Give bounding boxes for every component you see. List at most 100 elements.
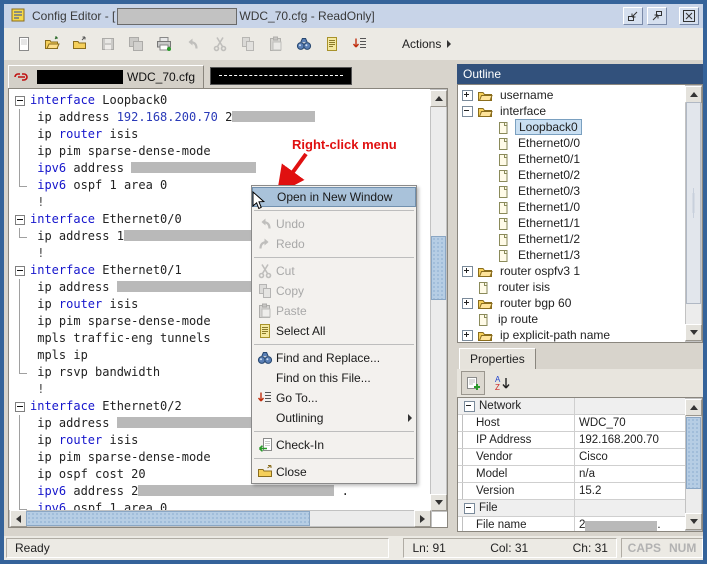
outline-scroll-up-button[interactable]: [685, 86, 702, 103]
categorize-button[interactable]: [461, 371, 485, 395]
outline-title: Outline: [463, 67, 501, 81]
menu-item-find-on-this-file[interactable]: Find on this File...: [252, 368, 416, 388]
menu-item-paste[interactable]: Paste: [252, 301, 416, 321]
menu-item-outlining[interactable]: Outlining: [252, 408, 416, 428]
right-panel: Outline usernameinterfaceLoopback0Ethern…: [457, 64, 703, 532]
outline-item-ethernet0-1[interactable]: Ethernet0/1: [458, 151, 687, 167]
expand-icon[interactable]: [462, 90, 473, 101]
expand-icon[interactable]: [462, 266, 473, 277]
outline-scroll-down-button[interactable]: [685, 324, 702, 341]
menu-item-cut[interactable]: Cut: [252, 261, 416, 281]
goto-button[interactable]: [348, 32, 372, 56]
caps-lock-indicator: CAPS: [628, 541, 661, 555]
outline-item-ethernet0-0[interactable]: Ethernet0/0: [458, 135, 687, 151]
fold-guide: [13, 432, 30, 449]
mouse-cursor-icon: [252, 191, 266, 211]
editor-vscrollbar[interactable]: [430, 89, 447, 512]
editor-scroll-down-button[interactable]: [430, 494, 447, 511]
menu-item-redo[interactable]: Redo: [252, 234, 416, 254]
outline-header: Outline: [457, 64, 703, 84]
status-position: Ln: 91 Col: 31 Ch: 31: [403, 538, 617, 558]
editor-scroll-up-button[interactable]: [430, 90, 447, 107]
actions-menu[interactable]: Actions: [402, 37, 451, 51]
property-category-network[interactable]: Network: [458, 398, 687, 415]
open-file-button[interactable]: [40, 32, 64, 56]
main-toolbar: Actions: [4, 28, 703, 61]
outline-item-ethernet1-2[interactable]: Ethernet1/2: [458, 231, 687, 247]
new-file-button[interactable]: [12, 32, 36, 56]
editor-vscroll-thumb[interactable]: [431, 236, 446, 300]
menu-item-check-in[interactable]: Check-In: [252, 435, 416, 455]
fold-guide: [13, 313, 30, 330]
outline-item-username[interactable]: username: [458, 87, 687, 103]
close-button[interactable]: [679, 7, 699, 25]
outline-item-ethernet1-1[interactable]: Ethernet1/1: [458, 215, 687, 231]
folder-icon: [477, 264, 493, 279]
app-icon: [10, 7, 26, 26]
outline-item-router-ospfv3-1[interactable]: router ospfv3 1: [458, 263, 687, 279]
menu-item-open-in-new-window[interactable]: Open in New Window: [252, 187, 416, 207]
editor-line: ip address 192.168.200.70 2: [13, 109, 349, 126]
fold-guide: [13, 194, 30, 211]
outline-vscrollbar[interactable]: [685, 85, 702, 342]
menu-item-close[interactable]: Close: [252, 462, 416, 482]
properties-vscrollbar[interactable]: [685, 398, 702, 531]
collapse-icon[interactable]: [464, 503, 475, 514]
outline-item-ip-explicit-path-name[interactable]: ip explicit-path name: [458, 327, 687, 343]
expand-icon[interactable]: [462, 298, 473, 309]
property-row-host[interactable]: HostWDC_70: [458, 415, 687, 432]
property-row-file-name[interactable]: File name2.: [458, 517, 687, 532]
outline-item-loopback0[interactable]: Loopback0: [458, 119, 687, 135]
editor-scroll-right-button[interactable]: [414, 510, 431, 527]
redo-icon: [254, 236, 276, 252]
outline-item-router-isis[interactable]: router isis: [458, 279, 687, 295]
outline-item-ethernet0-3[interactable]: Ethernet0/3: [458, 183, 687, 199]
menu-item-go-to[interactable]: Go To...: [252, 388, 416, 408]
collapse-icon[interactable]: [464, 401, 475, 412]
properties-scroll-up-button[interactable]: [685, 399, 702, 416]
menu-item-select-all[interactable]: Select All: [252, 321, 416, 341]
outline-item-ethernet1-0[interactable]: Ethernet1/0: [458, 199, 687, 215]
properties-toolbar: A Z: [457, 369, 703, 398]
copy-button: [236, 32, 260, 56]
fold-collapse-icon[interactable]: [13, 211, 30, 228]
print-button[interactable]: [152, 32, 176, 56]
properties-vscroll-thumb[interactable]: [686, 417, 701, 489]
close-file-button[interactable]: [68, 32, 92, 56]
outline-item-router-bgp-60[interactable]: router bgp 60: [458, 295, 687, 311]
outline-item-interface[interactable]: interface: [458, 103, 687, 119]
collapse-icon[interactable]: [462, 106, 473, 117]
editor-hscrollbar[interactable]: [9, 510, 432, 527]
find-button[interactable]: [292, 32, 316, 56]
doc-icon: [495, 184, 511, 199]
fold-collapse-icon[interactable]: [13, 262, 30, 279]
submenu-arrow-icon: [408, 414, 412, 422]
outline-vscroll-thumb[interactable]: [686, 102, 701, 304]
editor-hscroll-thumb[interactable]: [26, 511, 310, 526]
property-row-model[interactable]: Modeln/a: [458, 466, 687, 483]
expand-icon[interactable]: [462, 330, 473, 341]
outline-item-ethernet0-2[interactable]: Ethernet0/2: [458, 167, 687, 183]
sort-alphabetical-button[interactable]: A Z: [491, 371, 515, 395]
property-row-ip-address[interactable]: IP Address192.168.200.70: [458, 432, 687, 449]
property-category-file[interactable]: File: [458, 500, 687, 517]
tab-properties[interactable]: Properties: [459, 348, 536, 369]
fold-collapse-icon[interactable]: [13, 398, 30, 415]
menu-item-undo[interactable]: Undo: [252, 214, 416, 234]
properties-grid: NetworkHostWDC_70IP Address192.168.200.7…: [457, 397, 703, 532]
select-all-button[interactable]: [320, 32, 344, 56]
properties-scroll-down-button[interactable]: [685, 513, 702, 530]
outline-item-ethernet1-3[interactable]: Ethernet1/3: [458, 247, 687, 263]
property-row-version[interactable]: Version15.2: [458, 483, 687, 500]
property-row-vendor[interactable]: VendorCisco: [458, 449, 687, 466]
minimize-button[interactable]: [623, 7, 643, 25]
tab-active-wdc70[interactable]: WDC_70.cfg: [8, 65, 204, 88]
tab-inactive-redacted[interactable]: [210, 67, 352, 85]
maximize-button[interactable]: [647, 7, 667, 25]
menu-item-copy[interactable]: Copy: [252, 281, 416, 301]
fold-collapse-icon[interactable]: [13, 92, 30, 109]
folder-icon: [477, 296, 493, 311]
editor-scroll-left-button[interactable]: [10, 510, 27, 527]
outline-item-ip-route[interactable]: ip route: [458, 311, 687, 327]
menu-item-find-and-replace[interactable]: Find and Replace...: [252, 348, 416, 368]
